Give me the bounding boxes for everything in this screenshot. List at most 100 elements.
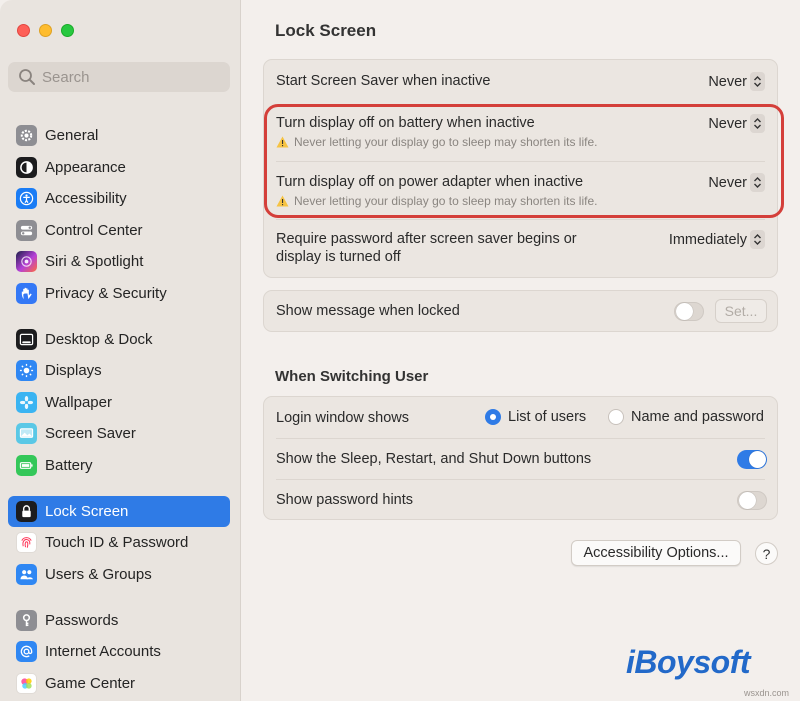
battery-display-label: Turn display off on battery when inactiv… (276, 115, 535, 131)
password-value: Immediately (668, 231, 747, 248)
lock-icon (16, 500, 37, 522)
gear-icon (16, 125, 37, 147)
screen-saver-row: Start Screen Saver when inactive Never (264, 60, 777, 106)
sidebar-item-label: Wallpaper (45, 393, 112, 411)
close-window-button[interactable] (17, 24, 30, 37)
sidebar-item-game-center[interactable]: Game Center (8, 668, 230, 700)
sidebar-item-label: Privacy & Security (45, 284, 167, 302)
sidebar-item-label: Game Center (45, 674, 136, 692)
sidebar-item-label: Siri & Spotlight (45, 253, 144, 271)
sidebar-item-accessibility[interactable]: Accessibility (8, 183, 230, 215)
password-label-line1: Require password after screen saver begi… (276, 231, 577, 247)
show-message-label: Show message when locked (276, 303, 460, 319)
sidebar-item-internet-accounts[interactable]: Internet Accounts (8, 636, 230, 668)
sidebar-item-screen-saver[interactable]: Screen Saver (8, 418, 230, 450)
battery-display-popup[interactable]: Never (708, 114, 765, 133)
battery-display-value: Never (708, 115, 747, 132)
password-hints-row: Show password hints (264, 479, 777, 520)
sleep-buttons-label: Show the Sleep, Restart, and Shut Down b… (276, 451, 592, 467)
name-and-password-radio[interactable]: Name and password (608, 409, 764, 425)
chevron-updown-icon (750, 72, 765, 91)
warning-icon (276, 136, 289, 148)
sidebar-item-displays[interactable]: Displays (8, 355, 230, 387)
appearance-icon (16, 156, 37, 178)
adapter-warning: Never letting your display go to sleep m… (276, 194, 597, 208)
sidebar-item-control-center[interactable]: Control Center (8, 215, 230, 247)
battery-warning: Never letting your display go to sleep m… (276, 135, 597, 149)
switching-user-title: When Switching User (275, 368, 429, 385)
accessibility-icon (16, 188, 37, 210)
sidebar: General Appearance Accessibility Control… (0, 0, 241, 701)
control-center-icon (16, 219, 37, 241)
users-icon (16, 563, 37, 585)
search-input[interactable] (42, 68, 212, 86)
minimize-window-button[interactable] (39, 24, 52, 37)
help-button[interactable]: ? (755, 542, 778, 565)
password-hints-toggle[interactable] (737, 491, 767, 510)
settings-window: General Appearance Accessibility Control… (0, 0, 800, 701)
sidebar-item-label: Internet Accounts (45, 643, 161, 661)
displays-icon (16, 360, 37, 382)
hand-icon (16, 282, 37, 304)
sidebar-item-privacy-security[interactable]: Privacy & Security (8, 278, 230, 310)
sidebar-nav: General Appearance Accessibility Control… (8, 120, 230, 699)
screen-saver-popup[interactable]: Never (708, 72, 765, 91)
sleep-buttons-row: Show the Sleep, Restart, and Shut Down b… (264, 438, 777, 479)
radio-selected (485, 409, 501, 425)
list-of-users-radio[interactable]: List of users (485, 409, 586, 425)
chevron-updown-icon (750, 114, 765, 133)
name-and-password-label: Name and password (631, 409, 764, 425)
sidebar-item-label: Desktop & Dock (45, 330, 153, 348)
sidebar-item-appearance[interactable]: Appearance (8, 152, 230, 184)
sidebar-item-label: Accessibility (45, 190, 127, 208)
sidebar-item-label: General (45, 127, 99, 145)
zoom-window-button[interactable] (61, 24, 74, 37)
display-settings-card: Start Screen Saver when inactive Never T… (263, 59, 778, 278)
battery-display-row: Turn display off on battery when inactiv… (264, 106, 777, 161)
sidebar-item-label: Screen Saver (45, 425, 136, 443)
set-message-button[interactable]: Set... (715, 299, 767, 323)
sidebar-item-general[interactable]: General (8, 120, 230, 152)
sidebar-item-desktop-dock[interactable]: Desktop & Dock (8, 324, 230, 356)
battery-icon (16, 454, 37, 476)
search-field[interactable] (8, 62, 230, 92)
sleep-buttons-toggle[interactable] (737, 450, 767, 469)
sidebar-item-siri-spotlight[interactable]: Siri & Spotlight (8, 246, 230, 278)
battery-warning-text: Never letting your display go to sleep m… (294, 135, 598, 149)
iboysoft-watermark: iBoysoft (626, 644, 751, 680)
key-icon (16, 609, 37, 631)
sidebar-item-users-groups[interactable]: Users & Groups (8, 559, 230, 591)
sidebar-item-lock-screen[interactable]: Lock Screen (8, 495, 230, 527)
show-message-toggle[interactable] (674, 302, 704, 321)
dock-icon (16, 328, 37, 350)
search-icon (19, 69, 35, 85)
sidebar-item-passwords[interactable]: Passwords (8, 605, 230, 637)
login-window-label: Login window shows (276, 410, 409, 426)
sidebar-item-label: Displays (45, 362, 102, 380)
adapter-display-popup[interactable]: Never (708, 173, 765, 192)
sidebar-item-wallpaper[interactable]: Wallpaper (8, 387, 230, 419)
sidebar-item-touch-id-password[interactable]: Touch ID & Password (8, 527, 230, 559)
sidebar-item-label: Lock Screen (45, 502, 129, 520)
chevron-updown-icon (750, 173, 765, 192)
at-icon (16, 641, 37, 663)
adapter-display-row: Turn display off on power adapter when i… (264, 161, 777, 219)
accessibility-options-button[interactable]: Accessibility Options... (571, 540, 741, 566)
message-card: Show message when locked Set... (263, 290, 778, 332)
password-popup[interactable]: Immediately (669, 230, 765, 249)
password-label-line2: display is turned off (276, 249, 401, 265)
siri-icon (16, 251, 37, 273)
screen-saver-icon (16, 423, 37, 445)
chevron-updown-icon (750, 230, 765, 249)
screen-saver-label: Start Screen Saver when inactive (276, 73, 491, 89)
wallpaper-icon (16, 391, 37, 413)
sidebar-item-label: Appearance (45, 158, 126, 176)
screen-saver-value: Never (708, 73, 747, 90)
adapter-warning-text: Never letting your display go to sleep m… (294, 194, 598, 208)
sidebar-item-battery[interactable]: Battery (8, 450, 230, 482)
sidebar-item-label: Users & Groups (45, 565, 152, 583)
list-of-users-label: List of users (508, 409, 587, 425)
main-pane: Lock Screen Start Screen Saver when inac… (241, 0, 800, 701)
adapter-display-value: Never (708, 174, 747, 191)
site-watermark: wsxdn.com (744, 688, 790, 698)
